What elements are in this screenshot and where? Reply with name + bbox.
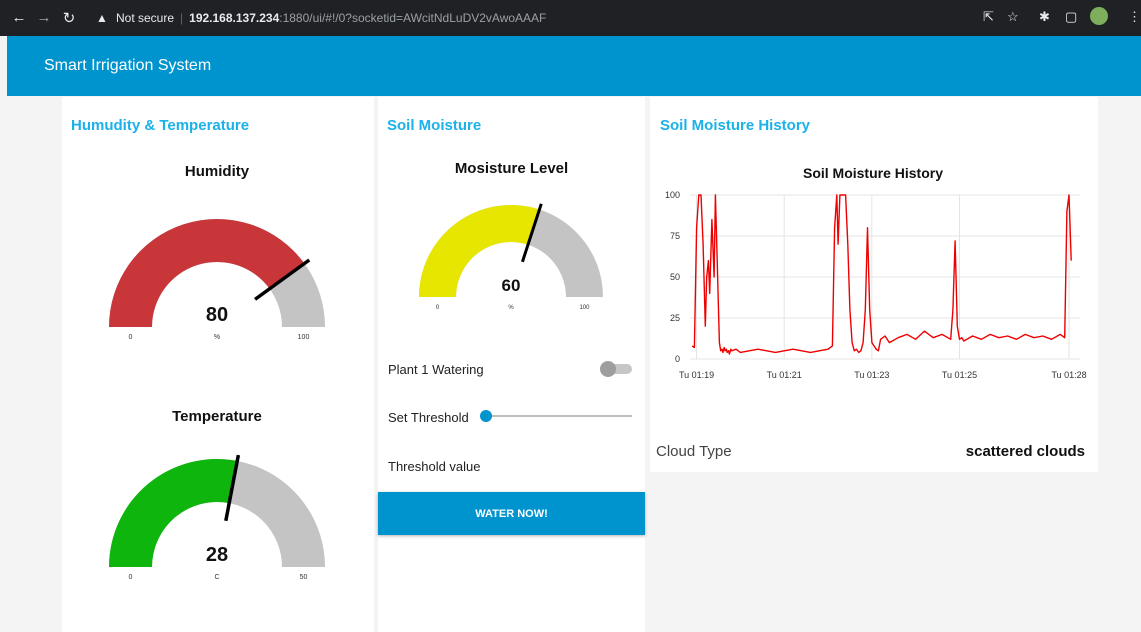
humidity-gauge-title: Humidity: [184, 163, 250, 180]
back-arrow-icon[interactable]: ←: [8, 9, 30, 26]
profile-avatar-icon[interactable]: [1090, 7, 1108, 25]
x-tick-label: Tu 01:21: [767, 370, 802, 380]
chart-title: Soil Moisture History: [803, 165, 943, 181]
url-separator: |: [180, 11, 184, 25]
cloud-type-label: Cloud Type: [656, 443, 732, 460]
x-tick-label: Tu 01:25: [942, 370, 977, 380]
humidity-temperature-card: Humudity & Temperature Humidity 80 % 0 1…: [62, 97, 374, 632]
threshold-value-label: Threshold value: [388, 459, 481, 474]
slider-track: [482, 415, 632, 417]
gauge-max: 50: [300, 574, 308, 581]
threshold-slider[interactable]: [478, 408, 634, 424]
threshold-label: Set Threshold: [388, 410, 469, 425]
card-title: Soil Moisture History: [660, 117, 811, 134]
url-host: 192.168.137.234: [189, 11, 280, 25]
side-panel-icon[interactable]: ▢: [1065, 9, 1077, 25]
warning-icon: ▲: [96, 11, 108, 25]
gauge-max: 100: [579, 305, 590, 311]
y-tick-label: 50: [670, 272, 680, 282]
gauge-min: 0: [129, 334, 133, 341]
y-tick-label: 0: [675, 354, 680, 364]
x-tick-label: Tu 01:23: [854, 370, 889, 380]
soil-moisture-history-chart: Soil Moisture History 0 25 50 75 100 Tu 01:1…: [665, 165, 1087, 380]
card-title: Soil Moisture: [387, 117, 482, 134]
slider-thumb[interactable]: [480, 410, 492, 422]
app-title: Smart Irrigation System: [44, 57, 212, 74]
soil-history-card: Soil Moisture History Soil Moisture Hist…: [650, 97, 1098, 472]
reload-icon[interactable]: ↻: [58, 9, 80, 27]
moisture-gauge: 60 % 0 100: [419, 203, 603, 311]
security-label: Not secure: [116, 11, 175, 25]
gauge-unit: C: [214, 574, 219, 581]
extensions-puzzle-icon[interactable]: ✱: [1039, 9, 1050, 25]
gauge-value: 28: [206, 544, 228, 566]
app-header: Smart Irrigation System: [7, 36, 1141, 96]
x-tick-label: Tu 01:19: [679, 370, 714, 380]
gauge-min: 0: [436, 305, 440, 311]
moisture-gauge-title: Mosisture Level: [454, 160, 569, 177]
gauge-value: 60: [502, 276, 521, 295]
browser-toolbar: ← → ↻ ▲ Not secure | 192.168.137.234 :18…: [0, 0, 1141, 36]
x-tick-label: Tu 01:28: [1051, 370, 1086, 380]
gauge-value: 80: [206, 304, 228, 326]
water-now-button[interactable]: WATER NOW!: [378, 492, 645, 535]
moisture-series-line: [691, 194, 1072, 355]
y-tick-label: 25: [670, 313, 680, 323]
gauge-fill: [419, 204, 540, 297]
watering-toggle[interactable]: [600, 360, 634, 378]
y-tick-label: 75: [670, 231, 680, 241]
gauge-unit: %: [508, 305, 514, 311]
humidity-gauge: 80 % 0 100: [109, 219, 325, 341]
soil-moisture-card: Soil Moisture Mosisture Level 60 % 0 100…: [378, 97, 645, 632]
url-path: :1880/ui/#!/0?socketid=AWcitNdLuDV2vAwoA…: [279, 11, 547, 25]
y-tick-label: 100: [665, 190, 680, 200]
card-title: Humudity & Temperature: [71, 117, 250, 134]
toggle-knob: [600, 361, 616, 377]
bookmark-star-icon[interactable]: ☆: [1007, 9, 1019, 25]
cloud-type-value: scattered clouds: [965, 443, 1085, 460]
gauge-max: 100: [298, 334, 310, 341]
forward-arrow-icon[interactable]: →: [33, 9, 55, 26]
share-icon[interactable]: ⇱: [983, 9, 994, 25]
temperature-gauge-title: Temperature: [172, 408, 262, 425]
watering-label: Plant 1 Watering: [388, 362, 484, 377]
gauge-min: 0: [129, 574, 133, 581]
address-bar[interactable]: ▲ Not secure | 192.168.137.234 :1880/ui/…: [96, 5, 916, 31]
browser-menu-icon[interactable]: ⋮: [1128, 9, 1141, 25]
temperature-gauge: 28 C 0 50: [109, 454, 325, 581]
gauge-unit: %: [214, 334, 220, 341]
